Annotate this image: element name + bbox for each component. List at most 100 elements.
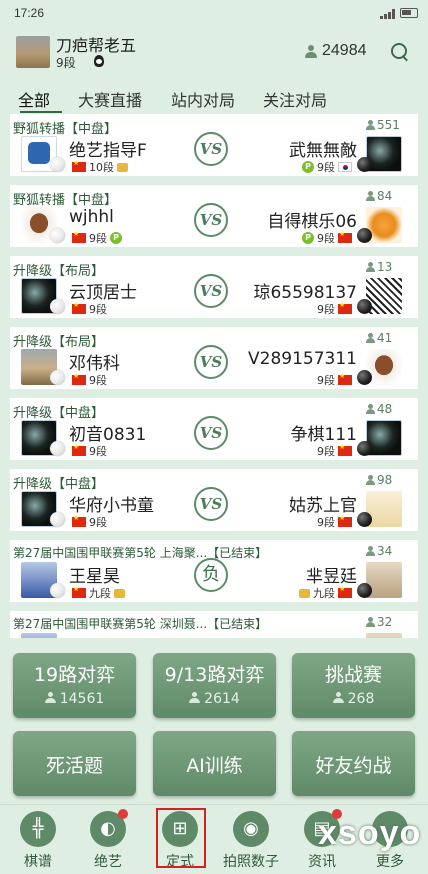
nav-label: 更多 (376, 854, 404, 870)
viewer-icon (366, 546, 375, 556)
left-player-name: 华府小书童 (69, 496, 154, 516)
viewer-count: 98 (366, 473, 392, 487)
p-badge-icon: P (110, 232, 122, 244)
match-title: 第27届中国围甲联赛第5轮 深圳聂...【已结束】 (13, 617, 268, 631)
china-flag-icon (338, 301, 352, 314)
china-flag-icon (72, 159, 86, 172)
tab-all[interactable]: 全部 (18, 87, 50, 111)
nav-label: 资讯 (308, 854, 336, 870)
challenge-button[interactable]: 挑战赛 268 (292, 653, 415, 718)
china-flag-icon (72, 585, 86, 598)
vs-icon: VS (194, 345, 228, 379)
china-flag-icon (338, 372, 352, 385)
badge-icon (117, 162, 128, 172)
china-flag-icon (72, 372, 86, 385)
china-flag-icon (338, 585, 352, 598)
viewer-count: 41 (366, 331, 392, 345)
right-player-meta: 9段 (317, 301, 355, 317)
tab-onsite[interactable]: 站内对局 (171, 87, 235, 111)
match-card[interactable]: 第27届中国围甲联赛第5轮 深圳聂...【已结束】 32 (10, 611, 418, 638)
vs-icon: VS (194, 487, 228, 521)
right-player-name: 芈昱廷 (306, 567, 357, 587)
left-player-meta: 9段P (69, 230, 125, 246)
friend-match-button[interactable]: 好友约战 (292, 731, 415, 796)
match-list[interactable]: 野狐转播【中盘】 551 绝艺指导F 10段 VS 武無無敵 P9段 野狐转播【… (10, 114, 418, 638)
right-player-name: 武無無敵 (289, 141, 357, 161)
life-death-button[interactable]: 死活题 (13, 731, 136, 796)
tab-live[interactable]: 大赛直播 (78, 87, 142, 111)
viewer-count: 13 (366, 260, 392, 274)
match-card[interactable]: 升降级【布局】 13 云顶居士 9段 VS 琼65598137 9段 (10, 256, 418, 318)
match-title: 升降级【布局】 (13, 264, 105, 279)
profile-header: 刀疤帮老五 9段 24984 (0, 26, 428, 78)
left-player-name: wjhhl (69, 207, 114, 227)
viewer-icon (366, 617, 375, 627)
crown-icon (299, 588, 310, 598)
match-card[interactable]: 升降级【中盘】 48 初音0831 9段 VS 争棋111 9段 (10, 398, 418, 460)
user-rank: 9段 (56, 56, 76, 70)
9-13-board-match-button[interactable]: 9/13路对弈 2614 (153, 653, 276, 718)
viewer-icon (366, 191, 375, 201)
username[interactable]: 刀疤帮老五 (56, 32, 136, 56)
match-card[interactable]: 升降级【布局】 41 邓伟科 9段 VS V289157311 9段 (10, 327, 418, 389)
china-flag-icon (338, 230, 352, 243)
korea-flag-icon (338, 162, 352, 172)
p-badge-icon: P (302, 232, 314, 244)
nav-item-fine-art[interactable]: ◐ 绝艺 (78, 809, 138, 873)
right-player-meta: 9段 (317, 514, 355, 530)
match-card[interactable]: 野狐转播【中盘】 84 wjhhl 9段P VS 自得棋乐06 P9段 (10, 185, 418, 247)
match-card[interactable]: 第27届中国围甲联赛第5轮 上海聚...【已结束】 34 王星昊 九段 负 芈昱… (10, 540, 418, 602)
status-time: 17:26 (14, 6, 45, 20)
left-player-meta: 9段 (69, 372, 107, 388)
right-player-meta: 9段 (317, 372, 355, 388)
nav-item-game-records[interactable]: ╬ 棋谱 (8, 811, 68, 873)
nav-label: 绝艺 (94, 854, 122, 870)
viewer-icon (366, 262, 375, 272)
nav-label: 拍照数子 (223, 854, 279, 870)
right-player-meta: P 9段 (299, 159, 355, 175)
viewer-icon (366, 475, 375, 485)
match-tabs: 全部 大赛直播 站内对局 关注对局 (10, 82, 418, 113)
result-lose-icon: 负 (194, 558, 228, 592)
notification-dot (118, 809, 128, 819)
left-player-name: 初音0831 (69, 425, 147, 445)
viewer-count: 84 (366, 189, 392, 203)
china-flag-icon (72, 301, 86, 314)
crown-icon (114, 588, 125, 598)
right-player-meta: 九段 (296, 585, 355, 601)
viewer-icon (366, 404, 375, 414)
nav-item-photo-count[interactable]: ◉ 拍照数子 (221, 811, 281, 873)
online-users-icon (305, 45, 317, 59)
left-player-meta: 九段 (69, 585, 128, 601)
black-stone-icon (357, 228, 372, 243)
search-icon[interactable] (391, 43, 409, 61)
match-card[interactable]: 野狐转播【中盘】 551 绝艺指导F 10段 VS 武無無敵 P9段 (10, 114, 418, 176)
china-flag-icon (72, 230, 86, 243)
viewer-count: 551 (366, 118, 400, 132)
vs-icon: VS (194, 274, 228, 308)
players-icon (332, 692, 344, 704)
19-board-match-button[interactable]: 19路对弈 14561 (13, 653, 136, 718)
match-title: 升降级【中盘】 (13, 406, 105, 421)
tab-followed[interactable]: 关注对局 (263, 87, 327, 111)
white-stone-icon (50, 299, 65, 314)
vs-icon: VS (194, 203, 228, 237)
left-player-meta: 10段 (69, 159, 131, 175)
right-player-name: 争棋111 (290, 425, 357, 445)
ai-training-button[interactable]: AI训练 (153, 731, 276, 796)
black-stone-icon (357, 441, 372, 456)
online-count: 24984 (322, 42, 367, 59)
avatar (366, 633, 402, 638)
right-player-meta: 9段 (317, 443, 355, 459)
match-title: 第27届中国围甲联赛第5轮 上海聚...【已结束】 (13, 546, 268, 560)
white-stone-icon (50, 157, 65, 172)
match-card[interactable]: 升降级【中盘】 98 华府小书童 9段 VS 姑苏上官 9段 (10, 469, 418, 531)
black-stone-icon (357, 157, 372, 172)
avatar[interactable] (16, 36, 50, 68)
match-title: 野狐转播【中盘】 (13, 122, 118, 137)
avatar (21, 633, 57, 638)
left-player-name: 邓伟科 (69, 354, 120, 374)
black-stone-icon (357, 299, 372, 314)
tab-underline (20, 111, 62, 113)
match-title: 升降级【布局】 (13, 335, 105, 350)
